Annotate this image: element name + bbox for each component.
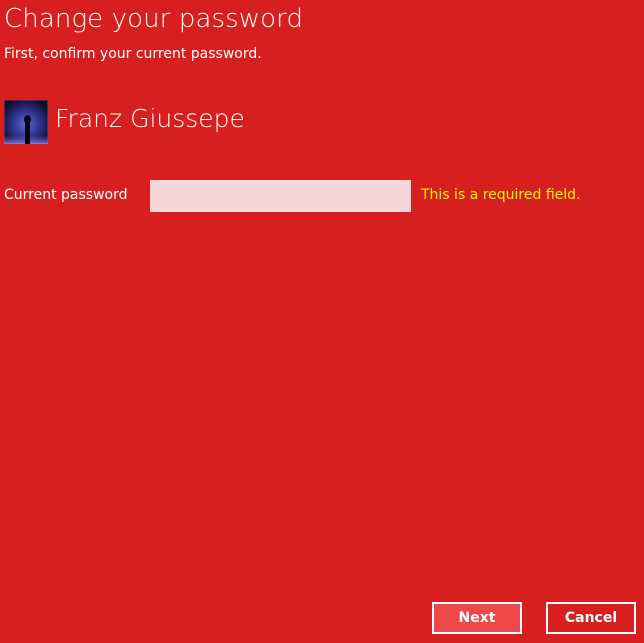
user-avatar-icon (4, 100, 48, 144)
current-password-label: Current password (4, 187, 128, 203)
required-field-error: This is a required field. (421, 187, 581, 203)
next-button[interactable]: Next (432, 602, 522, 634)
page-subtitle: First, confirm your current password. (4, 46, 262, 62)
user-account-row: Franz Giussepe (4, 100, 245, 144)
current-password-input[interactable] (150, 180, 411, 212)
user-name: Franz Giussepe (55, 103, 245, 133)
cancel-button[interactable]: Cancel (546, 602, 636, 634)
page-title: Change your password (4, 4, 304, 34)
